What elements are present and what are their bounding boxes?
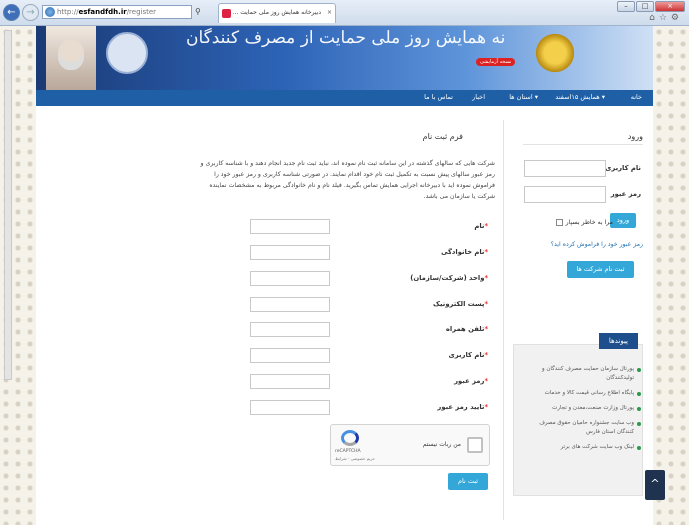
forward-button[interactable]: → <box>22 4 39 21</box>
field-label-text: نام خانوادگی <box>441 248 485 256</box>
address-host: esfandfdh.ir <box>78 8 127 16</box>
recaptcha-terms[interactable]: حریم خصوصی - شرایط <box>335 456 375 461</box>
nav-contact[interactable]: تماس با ما <box>424 93 453 101</box>
link-item[interactable]: لینک وب سایت شرکت های برتر <box>514 441 642 456</box>
required-mark: * <box>484 325 488 333</box>
home-icon[interactable]: ⌂ <box>649 13 659 23</box>
login-password-input[interactable] <box>524 186 606 203</box>
main-nav: خانه همایش ۱۵اسفند ▾ استان ها ▾ اخبار تم… <box>36 90 653 106</box>
register-intro: شرکت هایی که سالهای گذشته در این سامانه … <box>200 160 495 200</box>
tab-close-icon[interactable]: × <box>327 4 332 22</box>
link-item[interactable]: پورتال سازمان حمایت مصرف کنندگان و تولید… <box>514 363 642 387</box>
required-mark: * <box>484 248 488 256</box>
star-icon[interactable]: ☆ <box>659 13 671 23</box>
login-username-input[interactable] <box>524 160 606 177</box>
banner-title: دبیرخانه همایش روز ملی حمایت از مصرف کنن… <box>186 28 506 48</box>
required-mark: * <box>484 351 488 359</box>
browser-chrome: ← → http://esfandfdh.ir/register ⚲ دبیرخ… <box>0 0 689 26</box>
links-title: پیوندها <box>598 333 638 349</box>
field-label-text: پست الکترونیک <box>433 300 485 308</box>
nav-provinces[interactable]: استان ها ▾ <box>509 93 538 101</box>
remember-me[interactable]: مرا به خاطر بسپار <box>555 219 613 226</box>
site-banner: دبیرخانه همایش روز ملی حمایت از مصرف کنن… <box>36 26 653 90</box>
register-submit-button[interactable]: ثبت نام <box>448 473 488 490</box>
nav-summit[interactable]: همایش ۱۵اسفند ▾ <box>555 93 605 101</box>
field-label-family: *نام خانوادگی <box>441 248 488 256</box>
tab-title: دبیرخانه همایش روز ملی حمایت ... <box>232 9 321 16</box>
field-label-name: *نام <box>474 222 488 230</box>
field-label-email: *پست الکترونیک <box>433 300 488 308</box>
recaptcha-brand: reCAPTCHA <box>335 449 361 454</box>
browser-tools: ⌂☆⚙ <box>649 13 683 23</box>
required-mark: * <box>484 377 488 385</box>
password-input[interactable] <box>250 374 330 389</box>
address-prefix: http:// <box>57 8 79 16</box>
field-label-company: *واحد (شرکت/سازمان) <box>410 274 488 282</box>
field-label-text: رمز عبور <box>454 377 485 385</box>
beta-badge: نسخه آزمایشی <box>476 58 516 66</box>
company-register-button[interactable]: ثبت نام شرکت ها <box>567 261 634 278</box>
last-name-input[interactable] <box>250 245 330 260</box>
field-label-text: نام <box>474 222 485 230</box>
nav-home[interactable]: خانه <box>631 93 642 101</box>
remember-me-checkbox[interactable] <box>555 219 563 226</box>
minimize-button[interactable]: – <box>617 1 635 12</box>
column-divider <box>503 120 504 520</box>
required-mark: * <box>484 403 488 411</box>
company-input[interactable] <box>250 271 330 286</box>
field-label-confirm: *تایید رمز عبور <box>437 403 488 411</box>
required-mark: * <box>484 300 488 308</box>
field-label-username: *نام کاربری <box>449 351 488 359</box>
globe-icon <box>45 7 55 17</box>
confirm-password-input[interactable] <box>250 400 330 415</box>
forgot-password-link[interactable]: رمز عبور خود را فراموش کرده اید؟ <box>551 241 643 248</box>
portrait-image <box>46 26 96 90</box>
recaptcha-icon <box>341 430 359 446</box>
recaptcha-checkbox[interactable] <box>467 437 483 453</box>
back-button[interactable]: ← <box>3 4 20 21</box>
field-label-text: نام کاربری <box>448 351 485 359</box>
scroll-to-top-button[interactable]: ^ <box>645 470 665 500</box>
seal-logo <box>106 32 148 74</box>
first-name-input[interactable] <box>250 219 330 234</box>
address-path: /register <box>126 8 157 16</box>
login-title: ورود <box>521 132 644 145</box>
required-mark: * <box>484 222 488 230</box>
search-icon[interactable]: ⚲ <box>195 7 201 16</box>
recaptcha-widget: من ربات نیستم reCAPTCHA حریم خصوصی - شرا… <box>330 424 490 466</box>
required-mark: * <box>484 274 488 282</box>
maximize-button[interactable]: □ <box>636 1 654 12</box>
remember-me-label: مرا به خاطر بسپار <box>565 219 613 226</box>
field-label-mobile: *تلفن همراه <box>446 325 488 333</box>
scrollbar[interactable] <box>4 30 12 380</box>
link-item[interactable]: وب سایت جشنواره حامیان حقوق مصرف کنندگان… <box>514 417 642 441</box>
login-username-label: نام کاربری <box>605 164 641 172</box>
browser-tab[interactable]: دبیرخانه همایش روز ملی حمایت ... × <box>218 3 336 23</box>
address-bar[interactable]: http://esfandfdh.ir/register <box>42 5 192 19</box>
field-label-text: واحد (شرکت/سازمان) <box>410 274 485 282</box>
field-label-password: *رمز عبور <box>454 377 488 385</box>
right-decoration <box>653 26 689 525</box>
close-window-button[interactable]: × <box>655 1 685 12</box>
field-label-text: تلفن همراه <box>445 325 485 333</box>
link-item[interactable]: پایگاه اطلاع رسانی قیمت کالا و خدمات <box>514 387 642 402</box>
nav-news[interactable]: اخبار <box>472 93 485 101</box>
username-input[interactable] <box>250 348 330 363</box>
page-content: فرم ثبت نام شرکت هایی که سالهای گذشته در… <box>36 106 653 525</box>
register-title: فرم ثبت نام <box>422 132 463 141</box>
recaptcha-label: من ربات نیستم <box>422 441 461 448</box>
emblem-logo <box>536 34 574 72</box>
mobile-input[interactable] <box>250 322 330 337</box>
email-input[interactable] <box>250 297 330 312</box>
login-password-label: رمز عبور <box>610 190 641 198</box>
links-panel: پورتال سازمان حمایت مصرف کنندگان و تولید… <box>513 344 643 496</box>
favicon-icon <box>222 9 231 18</box>
field-label-text: تایید رمز عبور <box>437 403 485 411</box>
gear-icon[interactable]: ⚙ <box>671 13 683 23</box>
login-submit-button[interactable]: ورود <box>610 213 636 228</box>
window-controls: – □ × <box>616 1 685 12</box>
link-item[interactable]: پورتال وزارت صنعت،معدن و تجارت <box>514 402 642 417</box>
